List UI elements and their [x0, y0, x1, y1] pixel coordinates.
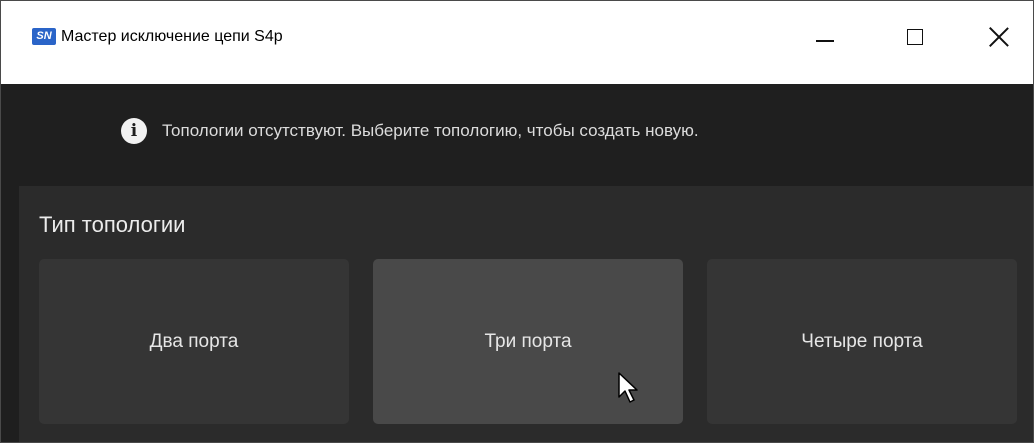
info-icon: i: [121, 118, 147, 144]
close-button[interactable]: [959, 1, 1033, 84]
maximize-icon: [907, 29, 923, 45]
two-port-button[interactable]: Два порта: [39, 259, 349, 424]
info-banner: i Топологии отсутствуют. Выберите тополо…: [1, 84, 1033, 185]
app-window: SN Мастер исключение цепи S4p i Топологи…: [0, 0, 1034, 443]
app-logo-icon: SN: [32, 28, 56, 45]
topology-type-heading: Тип топологии: [39, 212, 186, 237]
four-port-button[interactable]: Четыре порта: [707, 259, 1017, 424]
title-bar[interactable]: SN Мастер исключение цепи S4p: [1, 1, 1033, 84]
maximize-button[interactable]: [873, 1, 957, 84]
minimize-icon: [816, 40, 834, 42]
topology-panel: Тип топологии Два порта Три порта Четыре…: [19, 186, 1033, 442]
two-port-label: Два порта: [149, 330, 239, 352]
close-icon: [989, 27, 1009, 47]
info-message: Топологии отсутствуют. Выберите топологи…: [162, 121, 699, 140]
window-title: Мастер исключение цепи S4p: [61, 28, 283, 45]
mouse-cursor-icon: [618, 372, 638, 403]
three-port-label: Три порта: [484, 330, 572, 352]
four-port-label: Четыре порта: [801, 330, 923, 352]
minimize-button[interactable]: [781, 1, 865, 84]
